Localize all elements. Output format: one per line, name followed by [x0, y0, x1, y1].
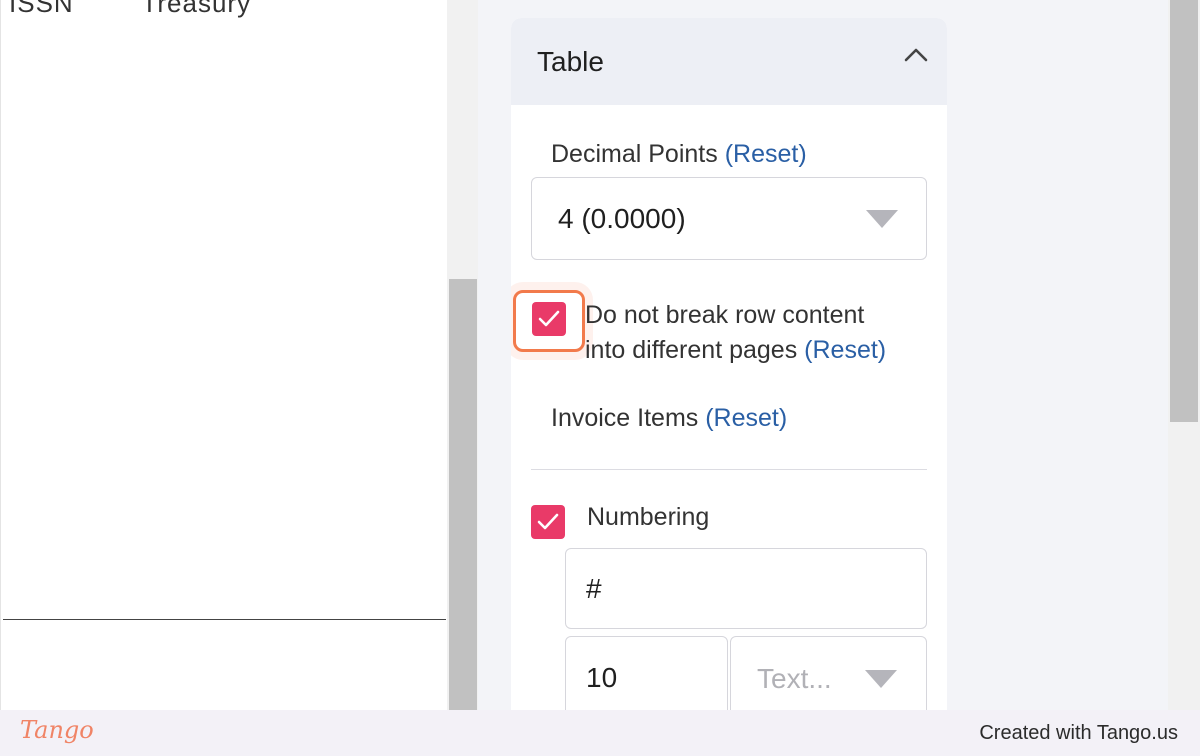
break-rows-checkbox[interactable]	[532, 302, 566, 336]
table-settings-panel: Table Decimal Points (Reset) 4 (0.0000) …	[511, 18, 947, 718]
footer-bar: Tango Created with Tango.us	[0, 710, 1200, 756]
panel-title: Table	[537, 46, 604, 77]
invoice-items-reset-link[interactable]: (Reset)	[705, 404, 787, 432]
decimal-points-label: Decimal Points (Reset)	[551, 140, 807, 169]
settings-scrollbar-thumb[interactable]	[1170, 0, 1198, 422]
footer-credit: Created with Tango.us	[979, 722, 1178, 744]
checkmark-icon	[537, 513, 559, 530]
panel-header[interactable]: Table	[511, 18, 947, 105]
document-text-fragment-left: ISSN	[9, 0, 74, 18]
checkmark-icon	[538, 310, 560, 327]
invoice-items-text: Invoice Items	[551, 404, 699, 432]
numbering-width-input[interactable]	[565, 636, 728, 718]
document-cut-text: ISSN Treasury	[9, 0, 311, 19]
numbering-checkbox[interactable]	[531, 505, 565, 539]
chevron-down-icon	[865, 670, 897, 688]
invoice-items-label: Invoice Items (Reset)	[551, 404, 787, 433]
section-divider	[531, 469, 927, 470]
break-rows-label-line1: Do not break row content	[585, 301, 865, 329]
break-rows-label: Do not break row content into different …	[585, 298, 886, 368]
numbering-label: Numbering	[587, 503, 710, 531]
document-preview: ISSN Treasury	[0, 0, 447, 710]
break-rows-label-line2: into different pages	[585, 336, 798, 364]
numbering-header-input[interactable]	[565, 548, 927, 629]
break-rows-reset-link[interactable]: (Reset)	[804, 336, 886, 364]
decimal-points-value: 4 (0.0000)	[558, 203, 686, 234]
numbering-align-select[interactable]: Text...	[730, 636, 927, 718]
preview-scrollbar-thumb[interactable]	[449, 279, 477, 710]
document-horizontal-rule	[3, 619, 446, 620]
document-text-fragment-right: Treasury	[141, 0, 252, 18]
decimal-points-text: Decimal Points	[551, 140, 718, 168]
decimal-points-select[interactable]: 4 (0.0000)	[531, 177, 927, 260]
numbering-align-placeholder: Text...	[757, 663, 832, 694]
tango-logo: Tango	[20, 716, 94, 744]
decimal-points-reset-link[interactable]: (Reset)	[725, 140, 807, 168]
chevron-up-icon[interactable]	[901, 40, 931, 70]
chevron-down-icon	[866, 210, 898, 228]
